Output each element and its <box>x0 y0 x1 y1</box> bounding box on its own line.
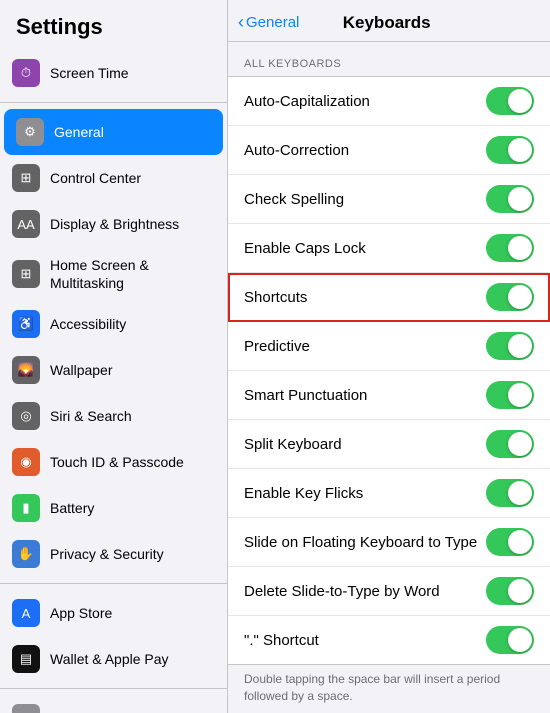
sidebar-label-wallpaper: Wallpaper <box>50 361 113 379</box>
toggle-delete-slide[interactable] <box>486 577 534 605</box>
toggle-predictive[interactable] <box>486 332 534 360</box>
settings-row-enable-caps-lock: Enable Caps Lock <box>228 224 550 273</box>
sidebar-title: Settings <box>0 0 227 50</box>
sidebar-label-display-brightness: Display & Brightness <box>50 215 179 233</box>
sidebar-label-privacy: Privacy & Security <box>50 545 164 563</box>
row-label-smart-punctuation: Smart Punctuation <box>244 387 367 404</box>
app-store-icon: A <box>12 599 40 627</box>
settings-row-slide-floating: Slide on Floating Keyboard to Type <box>228 518 550 567</box>
sidebar-label-passwords: Passwords <box>50 709 118 713</box>
sidebar-item-battery[interactable]: ▮ Battery <box>0 485 227 531</box>
divider-after-wallet <box>0 688 227 689</box>
sidebar-item-screen-time[interactable]: ⏱ Screen Time <box>0 50 227 96</box>
section-header-all-keyboards: ALL KEYBOARDS <box>228 42 550 76</box>
row-label-check-spelling: Check Spelling <box>244 191 344 208</box>
toggle-check-spelling[interactable] <box>486 185 534 213</box>
touch-id-icon: ◉ <box>12 448 40 476</box>
sidebar-item-wallpaper[interactable]: 🌄 Wallpaper <box>0 347 227 393</box>
nav-title: Keyboards <box>299 13 474 33</box>
toggle-split-keyboard[interactable] <box>486 430 534 458</box>
sidebar-item-accessibility[interactable]: ♿ Accessibility <box>0 301 227 347</box>
sidebar-label-siri-search: Siri & Search <box>50 407 132 425</box>
wallet-icon: ▤ <box>12 645 40 673</box>
toggle-period-shortcut[interactable] <box>486 626 534 654</box>
general-icon: ⚙ <box>16 118 44 146</box>
row-label-shortcuts: Shortcuts <box>244 289 307 306</box>
settings-row-shortcuts: Shortcuts <box>228 273 550 322</box>
settings-row-period-shortcut: "." Shortcut <box>228 616 550 664</box>
screen-time-icon: ⏱ <box>12 59 40 87</box>
settings-row-auto-correct: Auto-Correction <box>228 126 550 175</box>
row-label-split-keyboard: Split Keyboard <box>244 436 342 453</box>
siri-search-icon: ◎ <box>12 402 40 430</box>
sidebar-item-display-brightness[interactable]: AA Display & Brightness <box>0 201 227 247</box>
sidebar-item-passwords[interactable]: ⚿ Passwords <box>0 695 227 713</box>
section-note-all-keyboards: Double tapping the space bar will insert… <box>228 665 550 713</box>
wallpaper-icon: 🌄 <box>12 356 40 384</box>
sidebar-label-touch-id: Touch ID & Passcode <box>50 453 184 471</box>
home-screen-icon: ⊞ <box>12 260 40 288</box>
display-brightness-icon: AA <box>12 210 40 238</box>
divider-after-privacy <box>0 583 227 584</box>
sidebar-label-general: General <box>54 123 104 141</box>
sidebar-label-screen-time: Screen Time <box>50 64 129 82</box>
control-center-icon: ⊞ <box>12 164 40 192</box>
row-label-enable-key-flicks: Enable Key Flicks <box>244 485 363 502</box>
settings-list: ALL KEYBOARDS Auto-Capitalization Auto-Cor… <box>228 42 550 713</box>
settings-row-auto-cap: Auto-Capitalization <box>228 77 550 126</box>
sidebar-label-app-store: App Store <box>50 604 112 622</box>
sidebar-item-siri-search[interactable]: ◎ Siri & Search <box>0 393 227 439</box>
settings-row-predictive: Predictive <box>228 322 550 371</box>
sidebar: Settings ⏱ Screen Time ⚙ General ⊞ Contr… <box>0 0 228 713</box>
toggle-enable-caps-lock[interactable] <box>486 234 534 262</box>
settings-row-check-spelling: Check Spelling <box>228 175 550 224</box>
settings-row-enable-key-flicks: Enable Key Flicks <box>228 469 550 518</box>
privacy-icon: ✋ <box>12 540 40 568</box>
row-label-period-shortcut: "." Shortcut <box>244 632 319 649</box>
sidebar-item-home-screen[interactable]: ⊞ Home Screen & Multitasking <box>0 247 227 301</box>
toggle-auto-cap[interactable] <box>486 87 534 115</box>
sidebar-item-app-store[interactable]: A App Store <box>0 590 227 636</box>
passwords-icon: ⚿ <box>12 704 40 713</box>
sidebar-label-accessibility: Accessibility <box>50 315 126 333</box>
toggle-slide-floating[interactable] <box>486 528 534 556</box>
chevron-left-icon: ‹ <box>238 12 244 33</box>
toggle-auto-correct[interactable] <box>486 136 534 164</box>
sidebar-label-control-center: Control Center <box>50 169 141 187</box>
settings-row-split-keyboard: Split Keyboard <box>228 420 550 469</box>
sidebar-item-control-center[interactable]: ⊞ Control Center <box>0 155 227 201</box>
row-label-predictive: Predictive <box>244 338 310 355</box>
row-label-auto-correct: Auto-Correction <box>244 142 349 159</box>
divider-after-screen-time <box>0 102 227 103</box>
row-label-auto-cap: Auto-Capitalization <box>244 93 370 110</box>
settings-group-all-keyboards: Auto-Capitalization Auto-Correction Check … <box>228 76 550 665</box>
sidebar-item-general[interactable]: ⚙ General <box>4 109 223 155</box>
toggle-enable-key-flicks[interactable] <box>486 479 534 507</box>
row-label-slide-floating: Slide on Floating Keyboard to Type <box>244 534 477 551</box>
sidebar-label-wallet: Wallet & Apple Pay <box>50 650 169 668</box>
row-label-enable-caps-lock: Enable Caps Lock <box>244 240 366 257</box>
sidebar-item-touch-id[interactable]: ◉ Touch ID & Passcode <box>0 439 227 485</box>
battery-icon: ▮ <box>12 494 40 522</box>
toggle-smart-punctuation[interactable] <box>486 381 534 409</box>
accessibility-icon: ♿ <box>12 310 40 338</box>
nav-back-button[interactable]: ‹ General <box>238 12 299 33</box>
toggle-shortcuts[interactable] <box>486 283 534 311</box>
sidebar-item-privacy[interactable]: ✋ Privacy & Security <box>0 531 227 577</box>
nav-bar: ‹ General Keyboards <box>228 0 550 42</box>
sidebar-label-home-screen: Home Screen & Multitasking <box>50 256 215 292</box>
main-content: ‹ General Keyboards ALL KEYBOARDSAuto-Ca… <box>228 0 550 713</box>
settings-row-smart-punctuation: Smart Punctuation <box>228 371 550 420</box>
row-label-delete-slide: Delete Slide-to-Type by Word <box>244 583 440 600</box>
settings-row-delete-slide: Delete Slide-to-Type by Word <box>228 567 550 616</box>
nav-back-label: General <box>246 14 299 31</box>
sidebar-label-battery: Battery <box>50 499 94 517</box>
sidebar-item-wallet[interactable]: ▤ Wallet & Apple Pay <box>0 636 227 682</box>
